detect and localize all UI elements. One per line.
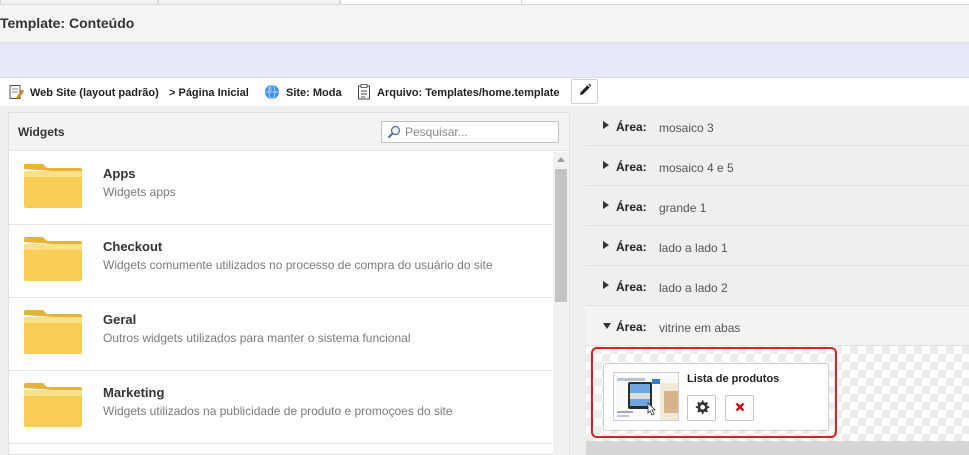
search-input[interactable] xyxy=(405,123,555,141)
breadcrumb-website[interactable]: Web Site (layout padrão) xyxy=(8,84,159,102)
area-label: Área: xyxy=(616,160,647,174)
widgets-panel-header: Widgets xyxy=(9,113,569,151)
breadcrumb-file[interactable]: Arquivo: Templates/home.template xyxy=(357,83,560,103)
widget-category-name: Geral xyxy=(103,312,137,327)
caret-right-icon xyxy=(603,201,609,209)
widget-category-apps[interactable]: Apps Widgets apps xyxy=(9,152,552,225)
widget-category-name: Checkout xyxy=(103,239,163,254)
area-name: vitrine em abas xyxy=(659,321,741,335)
scroll-up-arrow-icon[interactable] xyxy=(557,157,565,162)
widget-category-marketing[interactable]: Marketing Widgets utilizados na publicid… xyxy=(9,371,552,444)
caret-down-icon xyxy=(603,323,611,329)
caret-right-icon xyxy=(603,161,609,169)
breadcrumb-site-label: Site: Moda xyxy=(286,87,342,99)
widget-category-checkout[interactable]: Checkout Widgets comumente utilizados no… xyxy=(9,225,552,298)
caret-right-icon xyxy=(603,281,609,289)
breadcrumb-page[interactable]: > Página Inicial xyxy=(169,84,249,102)
area-row[interactable]: Área: mosaico 3 xyxy=(586,106,969,146)
widgets-panel: Widgets Apps Widgets apps xyxy=(8,112,570,455)
area-name: mosaico 4 e 5 xyxy=(659,161,734,175)
area-row[interactable]: Área: mosaico 4 e 5 xyxy=(586,146,969,186)
info-band xyxy=(0,43,969,78)
area-row[interactable]: Área: lado a lado 1 xyxy=(586,226,969,266)
widget-category-description: Widgets utilizados na publicidade de pro… xyxy=(103,404,453,418)
area-name: lado a lado 1 xyxy=(659,241,728,255)
widgets-scrollbar[interactable] xyxy=(553,152,569,455)
folder-icon xyxy=(23,309,83,358)
document-edit-icon xyxy=(8,84,24,103)
edit-file-button[interactable] xyxy=(571,79,598,104)
scrollbar-thumb[interactable] xyxy=(555,169,567,302)
highlight-annotation xyxy=(591,347,837,438)
drop-zone-scroll-track[interactable] xyxy=(586,441,969,455)
pencil-icon xyxy=(578,83,592,100)
page-title: Template: Conteúdo xyxy=(0,15,135,31)
search-icon xyxy=(387,125,401,142)
breadcrumb-page-label: > Página Inicial xyxy=(169,87,249,99)
area-label: Área: xyxy=(616,320,647,334)
widget-category-geral[interactable]: Geral Outros widgets utilizados para man… xyxy=(9,298,552,371)
breadcrumb: Web Site (layout padrão) > Página Inicia… xyxy=(0,79,969,106)
widget-search xyxy=(381,121,559,143)
area-label: Área: xyxy=(616,120,647,134)
area-label: Área: xyxy=(616,240,647,254)
folder-icon xyxy=(23,236,83,285)
widget-category-description: Widgets comumente utilizados no processo… xyxy=(103,258,493,272)
widgets-panel-title: Widgets xyxy=(18,125,65,139)
widget-category-description: Outros widgets utilizados para manter o … xyxy=(103,331,411,345)
area-label: Área: xyxy=(616,280,647,294)
area-label: Área: xyxy=(616,200,647,214)
breadcrumb-website-label: Web Site (layout padrão) xyxy=(30,87,159,99)
area-row[interactable]: Área: grande 1 xyxy=(586,186,969,226)
globe-icon xyxy=(264,84,280,103)
area-name: mosaico 3 xyxy=(659,121,714,135)
area-name: grande 1 xyxy=(659,201,707,215)
area-row[interactable]: Área: lado a lado 2 xyxy=(586,266,969,306)
folder-icon xyxy=(23,382,83,431)
area-name: lado a lado 2 xyxy=(659,281,728,295)
caret-right-icon xyxy=(603,121,609,129)
caret-right-icon xyxy=(603,241,609,249)
breadcrumb-site[interactable]: Site: Moda xyxy=(264,84,342,102)
title-bar: Template: Conteúdo xyxy=(0,5,969,43)
widget-category-description: Widgets apps xyxy=(103,185,176,199)
area-row-expanded[interactable]: Área: vitrine em abas xyxy=(586,306,969,346)
folder-icon xyxy=(23,163,83,212)
file-icon xyxy=(357,83,371,103)
breadcrumb-file-label: Arquivo: Templates/home.template xyxy=(377,87,560,99)
widget-category-name: Marketing xyxy=(103,385,165,400)
widget-category-name: Apps xyxy=(103,166,136,181)
widgets-list: Apps Widgets apps Checkout Widgets comum… xyxy=(9,152,552,455)
